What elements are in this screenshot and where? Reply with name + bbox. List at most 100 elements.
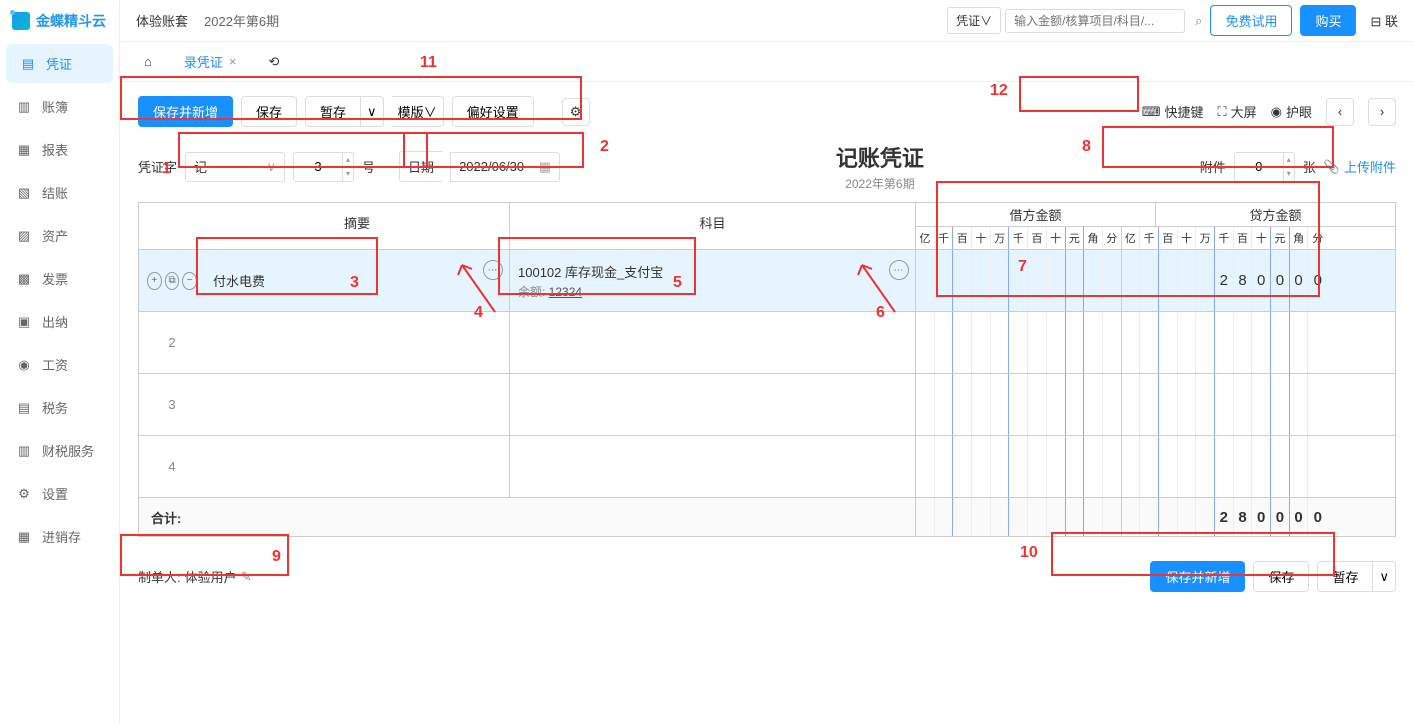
draft-dropdown[interactable]: ∨	[361, 96, 384, 127]
nav-label: 资产	[42, 226, 68, 245]
total-digit	[972, 498, 991, 536]
amount-digit: 8	[1234, 250, 1253, 311]
next-button[interactable]: ›	[1368, 98, 1396, 126]
amount-digit	[916, 436, 935, 497]
voucher-number-input[interactable]	[293, 152, 343, 182]
nav-salary[interactable]: ◉ 工资	[0, 343, 119, 386]
summary-cell[interactable]	[205, 436, 510, 497]
home-tab[interactable]: ⌂	[136, 50, 160, 73]
anno-num-10: 10	[1020, 544, 1038, 562]
amount-digit	[1308, 436, 1327, 497]
buy-button[interactable]: 购买	[1300, 5, 1356, 36]
table-row[interactable]: 3	[139, 374, 1395, 436]
more-icon[interactable]: ⋯	[889, 260, 909, 280]
summary-cell[interactable]	[205, 374, 510, 435]
total-digit: 2	[1215, 498, 1234, 536]
amount-digit	[991, 374, 1010, 435]
amount-digit	[935, 312, 954, 373]
chevron-down-icon[interactable]: ▾	[1284, 167, 1294, 181]
eyecare-button[interactable]: ◉护眼	[1271, 102, 1312, 121]
attach-label: 附件	[1200, 157, 1226, 176]
shortcut-button[interactable]: ⌨快捷键	[1142, 102, 1204, 121]
refresh-tab[interactable]: ⟲	[260, 50, 287, 74]
amount-digit: 0	[1271, 250, 1290, 311]
subject-cell[interactable]	[510, 312, 916, 373]
creator: 制单人: 体验用户 ✎	[138, 567, 252, 586]
bottom-save-button[interactable]: 保存	[1253, 561, 1309, 592]
nav-taxfin[interactable]: ▥ 财税服务	[0, 429, 119, 472]
preference-button[interactable]: 偏好设置	[452, 96, 534, 127]
table-row[interactable]: 2	[139, 312, 1395, 374]
amount-digit	[935, 436, 954, 497]
nav-cashier[interactable]: ▣ 出纳	[0, 300, 119, 343]
chevron-up-icon[interactable]: ▴	[1284, 153, 1294, 167]
amount-digit	[1140, 374, 1159, 435]
save-button[interactable]: 保存	[241, 96, 297, 127]
nav-invoice[interactable]: ▩ 发票	[0, 257, 119, 300]
voucher-entry-tab[interactable]: 录凭证 ×	[176, 48, 245, 75]
more-icon[interactable]: ⋯	[483, 260, 503, 280]
add-row-icon[interactable]: +	[147, 272, 162, 290]
amount-cell[interactable]	[916, 374, 1395, 435]
amount-cell[interactable]	[916, 436, 1395, 497]
date-input[interactable]: 2022/06/30▦	[450, 152, 560, 182]
bottom-draft-dropdown[interactable]: ∨	[1373, 561, 1396, 592]
summary-cell[interactable]	[205, 312, 510, 373]
amount-digit	[1196, 312, 1215, 373]
amount-digit	[1103, 250, 1122, 311]
chevron-down-icon[interactable]: ▾	[343, 167, 353, 181]
amount-digit	[1290, 312, 1309, 373]
total-digit: 0	[1271, 498, 1290, 536]
nav-tax[interactable]: ▤ 税务	[0, 386, 119, 429]
nav-asset[interactable]: ▨ 资产	[0, 214, 119, 257]
copy-row-icon[interactable]: ⧉	[165, 272, 180, 290]
balance-link[interactable]: 12324	[549, 285, 582, 299]
nav-erp[interactable]: ▦ 进销存	[0, 515, 119, 558]
period[interactable]: 2022年第6期	[204, 11, 279, 30]
prev-button[interactable]: ‹	[1326, 98, 1354, 126]
subject-cell[interactable]: 100102 库存现金_支付宝余额: 12324⋯	[510, 250, 916, 311]
chevron-up-icon[interactable]: ▴	[343, 153, 353, 167]
nav-voucher[interactable]: ▤ 凭证	[6, 44, 113, 83]
subject-cell[interactable]	[510, 436, 916, 497]
search-icon[interactable]: ⌕	[1195, 13, 1202, 29]
gear-button[interactable]: ⚙	[562, 98, 590, 126]
bottom-save-new-button[interactable]: 保存并新增	[1150, 561, 1245, 592]
total-digit	[1140, 498, 1159, 536]
bottom-draft-button[interactable]: 暂存	[1317, 561, 1373, 592]
template-button[interactable]: 模版∨	[392, 96, 444, 127]
row-number: 3	[139, 374, 205, 435]
nav-closing[interactable]: ▧ 结账	[0, 171, 119, 214]
refresh-icon: ⟲	[268, 54, 279, 70]
amount-digit	[1103, 374, 1122, 435]
nav-ledger[interactable]: ▥ 账簿	[0, 85, 119, 128]
digit-header: 亿	[1122, 227, 1141, 249]
attach-count-input[interactable]	[1234, 152, 1284, 182]
subject-cell[interactable]	[510, 374, 916, 435]
nav-settings[interactable]: ⚙ 设置	[0, 472, 119, 515]
search-input[interactable]	[1005, 9, 1185, 33]
nav-report[interactable]: ▦ 报表	[0, 128, 119, 171]
delete-row-icon[interactable]: −	[182, 272, 197, 290]
amount-digit	[1215, 312, 1234, 373]
taxfin-icon: ▥	[16, 443, 32, 459]
amount-cell[interactable]	[916, 312, 1395, 373]
voucher-word-select[interactable]: 记∨	[185, 152, 285, 182]
fullscreen-button[interactable]: ⛶大屏	[1218, 102, 1257, 121]
account-name[interactable]: 体验账套	[136, 11, 188, 30]
draft-button[interactable]: 暂存	[305, 96, 361, 127]
table-row[interactable]: 4	[139, 436, 1395, 498]
amount-digit: 0	[1252, 250, 1271, 311]
upload-attach-link[interactable]: 📎上传附件	[1324, 157, 1396, 176]
close-icon[interactable]: ×	[229, 54, 237, 69]
number-spinner[interactable]: ▴▾	[343, 152, 354, 182]
summary-cell[interactable]: 付水电费⋯	[205, 250, 510, 311]
trial-button[interactable]: 免费试用	[1210, 5, 1292, 36]
contact-icon[interactable]: ⊟ 联	[1370, 11, 1398, 30]
save-new-button[interactable]: 保存并新增	[138, 96, 233, 127]
table-row[interactable]: +⧉−付水电费⋯100102 库存现金_支付宝余额: 12324⋯280000	[139, 250, 1395, 312]
search-type-select[interactable]: 凭证∨	[947, 7, 1001, 34]
amount-cell[interactable]: 280000	[916, 250, 1395, 311]
attach-spinner[interactable]: ▴▾	[1284, 152, 1295, 182]
edit-icon[interactable]: ✎	[241, 569, 252, 585]
